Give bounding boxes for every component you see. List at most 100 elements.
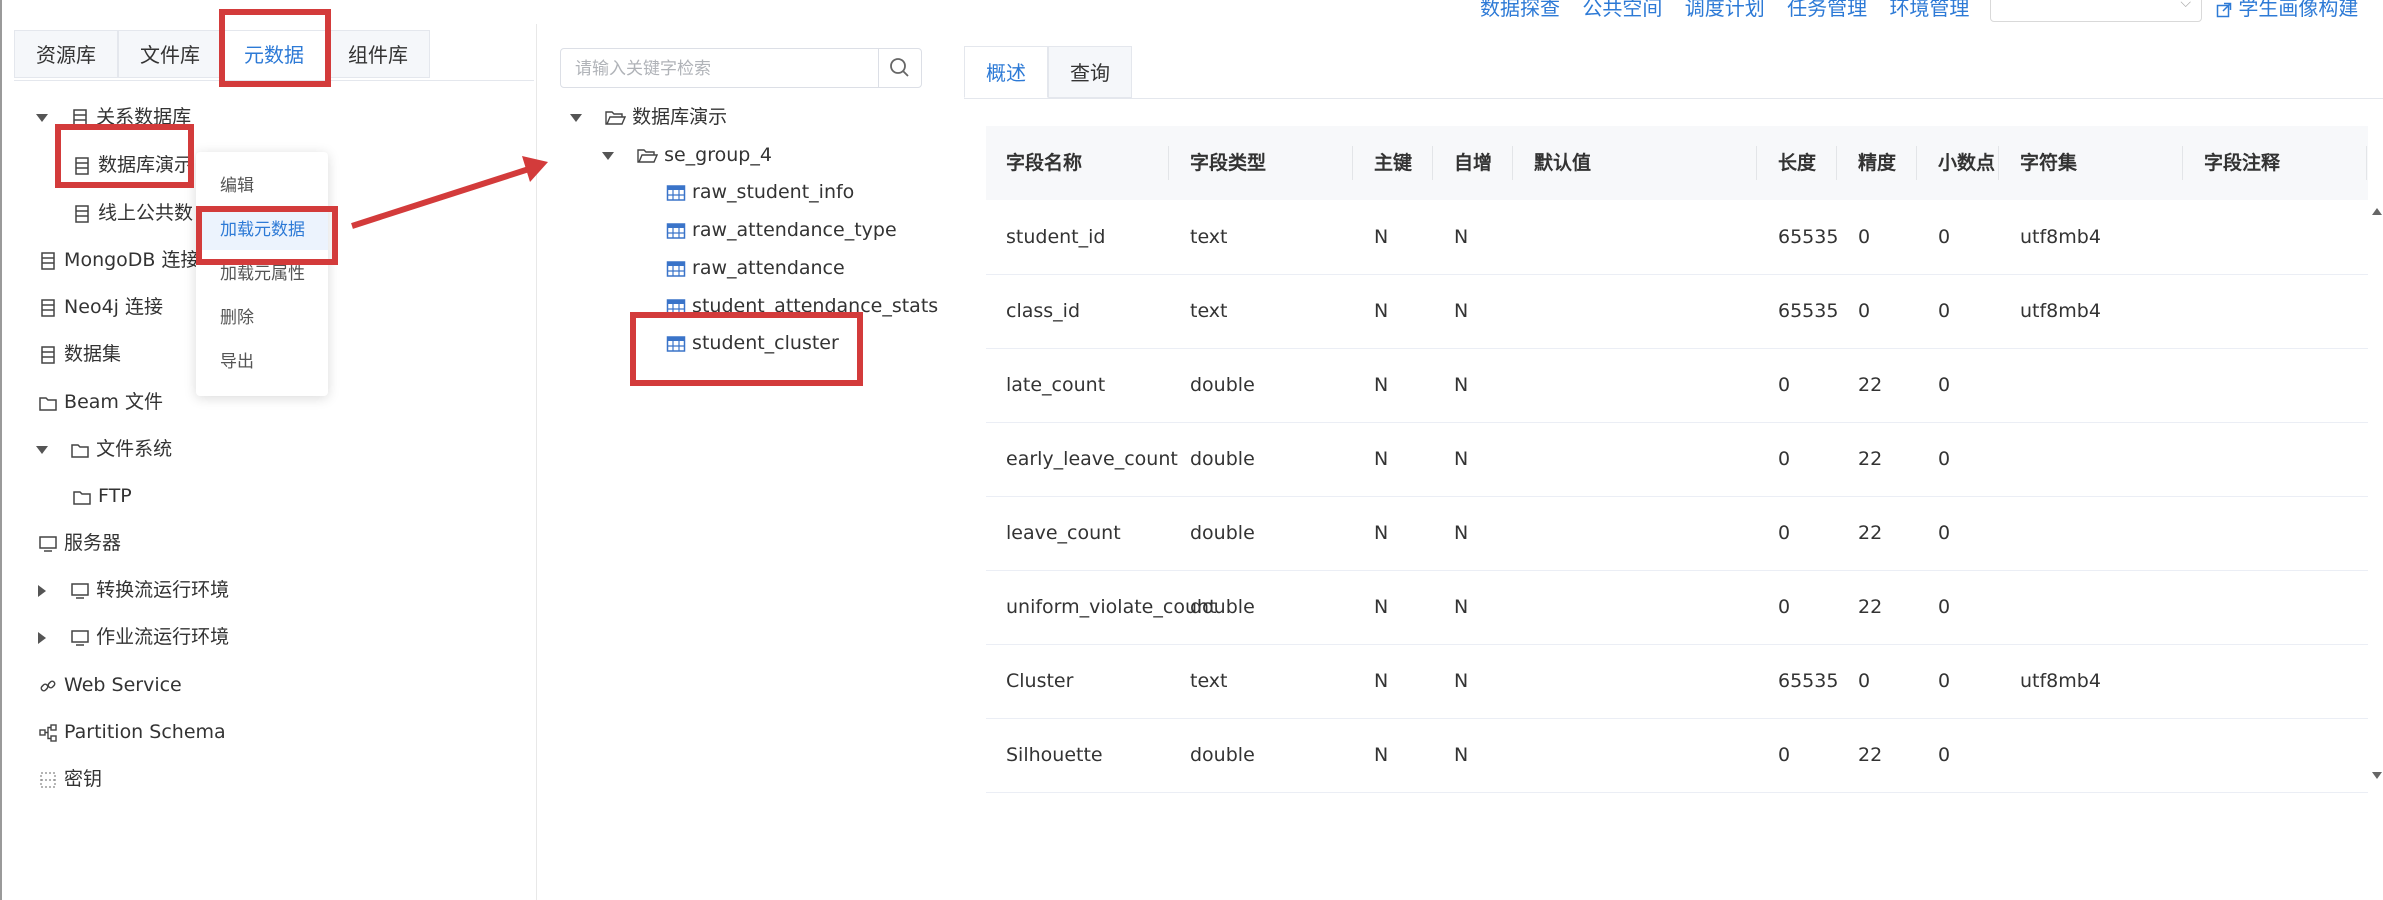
meta-table-item[interactable]: raw_attendance_type bbox=[666, 215, 897, 245]
tree-item-ftp[interactable]: FTP bbox=[72, 481, 132, 511]
nav-schedule-plan[interactable]: 调度计划 bbox=[1685, 0, 1765, 20]
tab-overview[interactable]: 概述 bbox=[964, 46, 1048, 98]
search-button[interactable] bbox=[878, 49, 921, 87]
menu-item-delete[interactable]: 删除 bbox=[196, 298, 328, 338]
table-row[interactable]: late_count double N N 0 22 0 bbox=[986, 348, 2368, 423]
folder-icon bbox=[39, 396, 57, 411]
meta-tree-root[interactable]: 数据库演示 bbox=[570, 102, 727, 132]
cell-precision: 22 bbox=[1858, 374, 1883, 396]
meta-table-item[interactable]: raw_student_info bbox=[666, 177, 854, 207]
column-divider bbox=[2182, 146, 2183, 180]
cell-field-name: late_count bbox=[1006, 374, 1106, 396]
tab-file-library[interactable]: 文件库 bbox=[118, 30, 222, 78]
tree-item-transform-env[interactable]: 转换流运行环境 bbox=[38, 575, 229, 605]
cell-charset: utf8mb4 bbox=[2020, 300, 2101, 322]
table-row[interactable]: early_leave_count double N N 0 22 0 bbox=[986, 422, 2368, 497]
menu-item-edit[interactable]: 编辑 bbox=[196, 166, 328, 206]
cell-field-name: uniform_violate_count bbox=[1006, 596, 1217, 618]
tree-item-filesystem[interactable]: 文件系统 bbox=[36, 434, 172, 464]
cell-scale: 0 bbox=[1938, 744, 1951, 766]
tree-label: se_group_4 bbox=[664, 144, 772, 166]
detail-tabs: 概述 查询 bbox=[964, 46, 2383, 99]
nav-env-management[interactable]: 环境管理 bbox=[1889, 0, 1969, 20]
chevron-down-icon: ⌵ bbox=[2180, 0, 2191, 11]
tree-item-online-public[interactable]: 线上公共数 bbox=[72, 198, 193, 228]
tree-label: Web Service bbox=[64, 674, 182, 696]
cell-field-type: double bbox=[1190, 374, 1255, 396]
cell-precision: 22 bbox=[1858, 744, 1883, 766]
table-icon bbox=[666, 184, 686, 201]
annotation-box-db-demo bbox=[55, 124, 194, 188]
cell-field-type: text bbox=[1190, 226, 1228, 248]
caret-down-icon[interactable] bbox=[602, 151, 614, 160]
column-header: 字符集 bbox=[2020, 152, 2078, 174]
tree-item-server[interactable]: 服务器 bbox=[38, 528, 121, 558]
menu-item-export[interactable]: 导出 bbox=[196, 342, 328, 382]
tree-item-neo4j[interactable]: Neo4j 连接 bbox=[38, 292, 163, 322]
cell-field-type: text bbox=[1190, 670, 1228, 692]
cell-scale: 0 bbox=[1938, 596, 1951, 618]
column-divider bbox=[1756, 146, 1757, 180]
cell-scale: 0 bbox=[1938, 374, 1951, 396]
cell-field-name: student_id bbox=[1006, 226, 1106, 248]
cell-precision: 22 bbox=[1858, 522, 1883, 544]
tree-label: 数据库演示 bbox=[632, 106, 728, 128]
folder-icon bbox=[73, 490, 91, 505]
cell-scale: 0 bbox=[1938, 226, 1951, 248]
cell-auto-increment: N bbox=[1454, 448, 1469, 470]
key-grid-icon bbox=[40, 771, 56, 788]
cell-primary-key: N bbox=[1374, 374, 1389, 396]
search-input[interactable] bbox=[573, 55, 877, 83]
table-icon bbox=[666, 222, 686, 239]
meta-tree-group[interactable]: se_group_4 bbox=[602, 140, 772, 170]
tab-query[interactable]: 查询 bbox=[1048, 46, 1132, 98]
caret-down-icon[interactable] bbox=[36, 445, 48, 454]
project-link[interactable]: 学生画像构建 bbox=[2216, 0, 2358, 21]
caret-down-icon[interactable] bbox=[570, 113, 582, 122]
tree-item-web-service[interactable]: Web Service bbox=[38, 670, 182, 700]
cell-auto-increment: N bbox=[1454, 374, 1469, 396]
table-row[interactable]: uniform_violate_count double N N 0 22 0 bbox=[986, 570, 2368, 645]
partition-icon bbox=[39, 723, 57, 742]
cell-length: 65535 bbox=[1778, 300, 1839, 322]
tab-resource-library[interactable]: 资源库 bbox=[14, 30, 118, 78]
tree-label: Beam 文件 bbox=[64, 391, 163, 413]
cell-scale: 0 bbox=[1938, 448, 1951, 470]
cell-precision: 22 bbox=[1858, 448, 1883, 470]
search-icon bbox=[890, 58, 909, 77]
scroll-down-arrow-icon[interactable] bbox=[2372, 772, 2382, 779]
table-row[interactable]: student_id text N N 65535 0 0 utf8mb4 bbox=[986, 200, 2368, 275]
cell-primary-key: N bbox=[1374, 670, 1389, 692]
tree-item-beam[interactable]: Beam 文件 bbox=[38, 387, 163, 417]
nav-task-management[interactable]: 任务管理 bbox=[1787, 0, 1867, 20]
tree-item-job-env[interactable]: 作业流运行环境 bbox=[38, 622, 229, 652]
tab-component-library[interactable]: 组件库 bbox=[326, 30, 430, 78]
cell-field-name: class_id bbox=[1006, 300, 1081, 322]
scroll-up-arrow-icon[interactable] bbox=[2372, 208, 2382, 215]
table-row[interactable]: class_id text N N 65535 0 0 utf8mb4 bbox=[986, 274, 2368, 349]
tree-item-mongodb[interactable]: MongoDB 连接 bbox=[38, 245, 200, 275]
table-row[interactable]: Silhouette double N N 0 22 0 bbox=[986, 718, 2368, 793]
nav-public-space[interactable]: 公共空间 bbox=[1582, 0, 1662, 20]
caret-right-icon[interactable] bbox=[38, 631, 46, 644]
project-select[interactable]: ⌵ bbox=[1990, 0, 2202, 22]
cell-scale: 0 bbox=[1938, 522, 1951, 544]
table-row[interactable]: leave_count double N N 0 22 0 bbox=[986, 496, 2368, 571]
table-row[interactable]: Cluster text N N 65535 0 0 utf8mb4 bbox=[986, 644, 2368, 719]
cell-auto-increment: N bbox=[1454, 300, 1469, 322]
cell-field-name: Silhouette bbox=[1006, 744, 1103, 766]
caret-down-icon[interactable] bbox=[36, 113, 48, 122]
meta-table-item[interactable]: raw_attendance bbox=[666, 253, 845, 283]
tree-item-partition-schema[interactable]: Partition Schema bbox=[38, 717, 226, 747]
tree-item-dataset[interactable]: 数据集 bbox=[38, 339, 121, 369]
nav-data-explore[interactable]: 数据探查 bbox=[1480, 0, 1560, 20]
tree-label: raw_attendance_type bbox=[692, 219, 897, 241]
cell-field-name: early_leave_count bbox=[1006, 448, 1178, 470]
tree-item-secret[interactable]: 密钥 bbox=[38, 764, 102, 794]
annotation-arrow-icon bbox=[351, 156, 548, 229]
folder-open-icon bbox=[605, 110, 627, 125]
tree-label: raw_student_info bbox=[692, 181, 855, 203]
tree-label: 转换流运行环境 bbox=[96, 579, 230, 601]
caret-right-icon[interactable] bbox=[38, 584, 46, 597]
cell-scale: 0 bbox=[1938, 300, 1951, 322]
